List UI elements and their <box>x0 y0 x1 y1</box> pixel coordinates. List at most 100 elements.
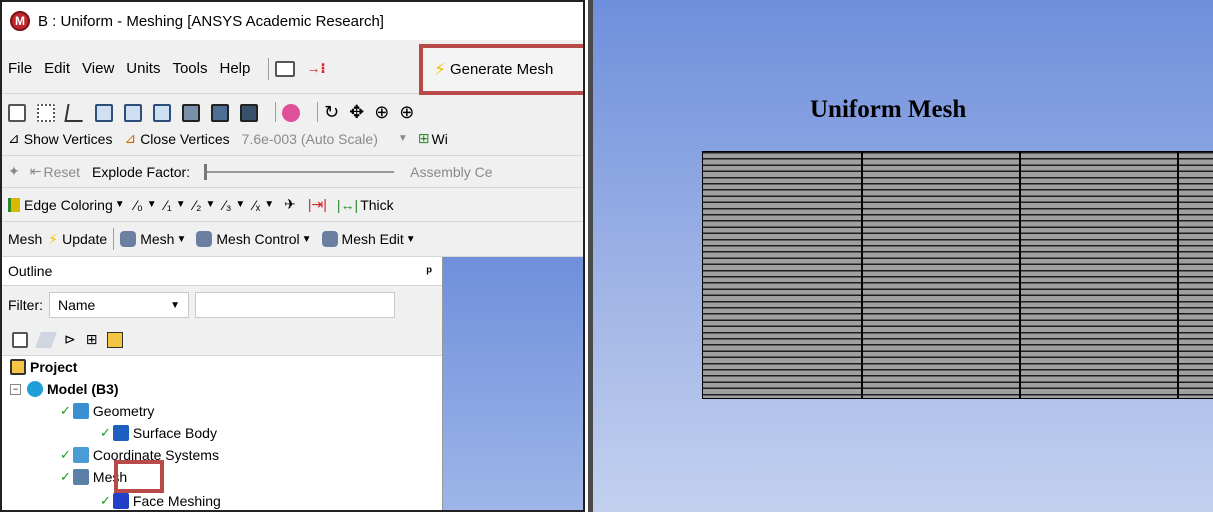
menu-help[interactable]: Help <box>220 60 251 77</box>
show-vertices-button[interactable]: Show Vertices <box>24 131 113 147</box>
tree-item-geometry[interactable]: ✓ Geometry <box>60 400 154 422</box>
tree-filter-icon[interactable]: ⊳ <box>64 331 76 348</box>
menu-edit[interactable]: Edit <box>44 60 70 77</box>
uniform-mesh <box>702 151 1213 399</box>
edge-select-icon[interactable] <box>124 103 142 122</box>
tree-label: Surface Body <box>132 425 217 441</box>
edge-style-0-icon[interactable]: ⁄₀ <box>135 197 143 213</box>
edge-style-2-icon[interactable]: ⁄₂ <box>194 197 202 213</box>
mesh-edit-button[interactable]: Mesh Edit <box>342 231 404 247</box>
thin-edge-icon[interactable]: |⇥| <box>308 196 327 213</box>
zoom-box-icon[interactable]: ⊕ <box>399 102 414 123</box>
zoom-icon[interactable]: ⊕ <box>374 102 389 123</box>
edge-style-x-icon[interactable]: ⁄ₓ <box>253 197 260 213</box>
refresh-tree-icon[interactable] <box>12 331 28 348</box>
update-button[interactable]: Update <box>62 231 107 247</box>
cursor-select-icon[interactable] <box>64 103 86 122</box>
mesh-column-line <box>1177 151 1179 399</box>
pin-icon[interactable]: ✈ <box>284 196 296 213</box>
face-select-icon[interactable] <box>153 103 171 122</box>
thick-edge-button[interactable]: Thick <box>360 197 393 213</box>
mesh-icon <box>72 469 89 485</box>
close-vertices-button[interactable]: Close Vertices <box>140 131 229 147</box>
surface-body-icon <box>112 425 129 441</box>
mesh-highlight <box>114 460 164 493</box>
graphics-viewport-strip[interactable] <box>442 257 583 510</box>
assembly-center-button[interactable]: Assembly Ce <box>410 164 492 180</box>
menu-view[interactable]: View <box>82 60 114 77</box>
mesh-column-line <box>861 151 863 399</box>
edge-coloring-icon <box>8 197 20 212</box>
chevron-down-icon[interactable]: ▼ <box>398 133 408 144</box>
viewport-title: Uniform Mesh <box>810 96 967 123</box>
wireframe-icon[interactable]: ⊞ <box>418 130 430 147</box>
thick-edge-icon[interactable]: |↔| <box>337 197 358 213</box>
chevron-down-icon[interactable]: ▼ <box>406 234 416 245</box>
reset-button[interactable]: Reset <box>43 164 80 180</box>
mesh-edit-icon <box>321 231 338 247</box>
check-icon: ✓ <box>100 493 111 508</box>
tree-item-project[interactable]: Project <box>10 356 77 378</box>
vertex-scale-select[interactable]: 7.6e-003 (Auto Scale) <box>242 131 378 147</box>
filter-search-input[interactable] <box>195 292 395 318</box>
chevron-down-icon[interactable]: ▼ <box>264 199 274 210</box>
mesh-column-line <box>1019 151 1021 399</box>
wireframe-button[interactable]: Wi <box>432 131 448 147</box>
mesh-icon <box>120 231 137 247</box>
tree-item-surface-body[interactable]: ✓ Surface Body <box>100 422 217 444</box>
select-mode-icon[interactable] <box>8 103 26 122</box>
toolbar-separator <box>317 101 318 124</box>
folder-icon[interactable] <box>107 331 124 348</box>
pin-panel-icon[interactable]: ᵖ <box>427 263 432 279</box>
edge-coloring-button[interactable]: Edge Coloring <box>24 197 113 213</box>
chevron-down-icon[interactable]: ▼ <box>176 199 186 210</box>
menu-units[interactable]: Units <box>126 60 160 77</box>
slider-thumb[interactable] <box>204 163 208 180</box>
filter-type-select[interactable]: Name ▼ <box>49 292 189 318</box>
menu-file[interactable]: File <box>8 60 32 77</box>
expand-all-icon[interactable]: ⊞ <box>86 331 98 348</box>
body-select-icon[interactable] <box>182 103 200 122</box>
chevron-down-icon[interactable]: ▼ <box>147 199 157 210</box>
tree-item-model[interactable]: − Model (B3) <box>10 378 119 400</box>
chevron-down-icon[interactable]: ▼ <box>235 199 245 210</box>
mesh-control-icon <box>196 231 213 247</box>
outline-tree: Project − Model (B3) ✓ Geometry ✓ Surfac… <box>2 356 442 510</box>
clear-filter-icon[interactable] <box>35 331 57 348</box>
rotate-icon[interactable]: ↻ <box>324 102 339 123</box>
collapse-icon[interactable]: − <box>10 383 21 395</box>
edge-style-1-icon[interactable]: ⁄₁ <box>165 197 172 213</box>
tree-label: Model (B3) <box>47 381 119 397</box>
point-select-icon[interactable] <box>37 103 55 122</box>
node-select-icon[interactable] <box>211 103 229 122</box>
filter-type-value: Name <box>58 297 96 313</box>
chevron-down-icon[interactable]: ▼ <box>176 234 186 245</box>
explode-icon[interactable]: ✦ <box>8 163 20 180</box>
connection-arrow-icon[interactable]: →⁝ <box>306 60 325 77</box>
toolbar-separator <box>275 101 276 124</box>
element-select-icon[interactable] <box>240 103 258 122</box>
window-titlebar: M B : Uniform - Meshing [ANSYS Academic … <box>2 2 583 40</box>
show-vertices-icon: ⊿ <box>8 130 20 146</box>
extend-selection-icon[interactable] <box>282 103 300 122</box>
explode-factor-slider[interactable] <box>204 163 395 180</box>
mesh-dropdown-button[interactable]: Mesh <box>140 231 174 247</box>
vertex-select-icon[interactable] <box>95 103 113 122</box>
chevron-down-icon: ▼ <box>170 299 180 311</box>
pan-icon[interactable]: ✥ <box>349 102 364 123</box>
mesh-control-button[interactable]: Mesh Control <box>216 231 299 247</box>
tree-label: Face Meshing <box>132 493 221 509</box>
outline-header: Outline ᵖ <box>2 257 442 286</box>
tree-tools-toolbar: ⊳ ⊞ <box>2 324 442 356</box>
model-icon <box>27 381 43 397</box>
chevron-down-icon[interactable]: ▼ <box>115 199 125 210</box>
chevron-down-icon[interactable]: ▼ <box>205 199 215 210</box>
check-icon: ✓ <box>60 403 71 418</box>
chevron-down-icon[interactable]: ▼ <box>302 234 312 245</box>
close-vertices-icon: ⊿ <box>124 130 137 146</box>
graphics-viewport[interactable]: Uniform Mesh <box>588 0 1213 512</box>
menu-tools[interactable]: Tools <box>172 60 207 77</box>
command-prompt-icon[interactable] <box>275 60 296 77</box>
tree-item-face-meshing[interactable]: ✓ Face Meshing <box>100 490 221 510</box>
edge-style-3-icon[interactable]: ⁄₃ <box>223 197 231 213</box>
